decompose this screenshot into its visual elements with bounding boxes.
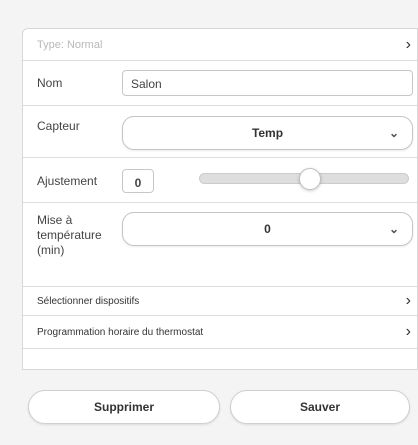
nom-input-value: Salon xyxy=(131,77,162,91)
nom-label: Nom xyxy=(37,76,63,90)
chevron-right-icon: › xyxy=(405,323,411,340)
ajustement-input[interactable]: 0 xyxy=(122,169,154,193)
chevron-down-icon: ⌄ xyxy=(388,126,399,140)
capteur-select-value: Temp xyxy=(251,126,284,140)
ajustement-slider-handle[interactable] xyxy=(299,167,322,190)
select-devices-label: Sélectionner dispositifs xyxy=(37,296,140,307)
nom-input[interactable]: Salon xyxy=(122,70,413,96)
schedule-label: Programmation horaire du thermostat xyxy=(37,327,204,338)
settings-panel: Type: Normal › Nom Salon Capteur Temp ⌄ … xyxy=(22,28,418,370)
mise-select[interactable]: 0 ⌄ xyxy=(122,212,413,246)
type-row[interactable]: Type: Normal › xyxy=(23,29,417,61)
chevron-right-icon: › xyxy=(405,36,411,53)
mise-label-line-2: température xyxy=(37,228,102,242)
nom-row: Nom Salon xyxy=(23,61,417,106)
ajustement-input-value: 0 xyxy=(134,176,142,190)
capteur-select[interactable]: Temp ⌄ xyxy=(122,116,413,150)
ajustement-label: Ajustement xyxy=(37,174,98,188)
capteur-label: Capteur xyxy=(37,119,80,133)
mise-label: Mise à température (min) xyxy=(37,213,102,258)
chevron-down-icon: ⌄ xyxy=(388,222,399,236)
delete-button[interactable]: Supprimer xyxy=(28,390,220,424)
mise-row: Mise à température (min) 0 ⌄ xyxy=(23,203,417,287)
mise-select-value: 0 xyxy=(264,222,271,236)
capteur-row: Capteur Temp ⌄ xyxy=(23,106,417,158)
chevron-right-icon: › xyxy=(405,292,411,309)
schedule-row[interactable]: Programmation horaire du thermostat › xyxy=(23,316,417,349)
select-devices-row[interactable]: Sélectionner dispositifs › xyxy=(23,287,417,316)
ajustement-row: Ajustement 0 xyxy=(23,158,417,203)
type-label: Type: Normal xyxy=(37,39,103,51)
mise-label-line-3: (min) xyxy=(37,243,65,257)
mise-label-line-1: Mise à xyxy=(37,213,73,227)
save-button[interactable]: Sauver xyxy=(230,390,410,424)
